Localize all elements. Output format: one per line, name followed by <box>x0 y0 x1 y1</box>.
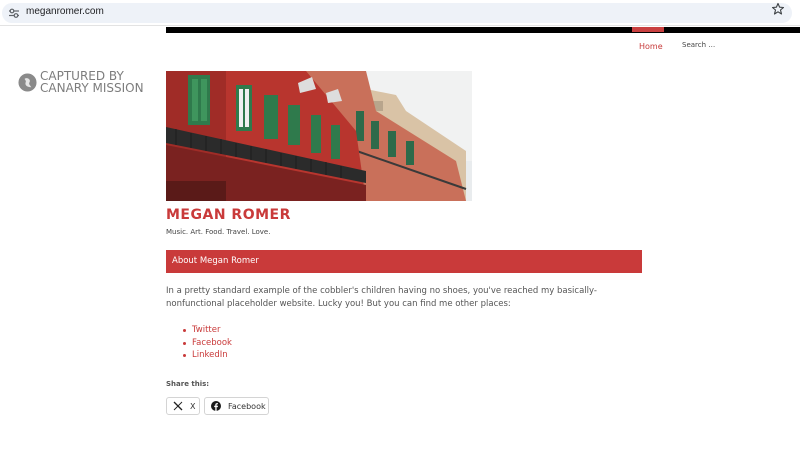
site-top-bar <box>166 27 800 33</box>
active-nav-indicator <box>632 27 664 32</box>
share-facebook-button[interactable]: Facebook <box>204 397 269 415</box>
list-item: Facebook <box>180 337 232 350</box>
star-icon[interactable] <box>771 2 785 16</box>
nav-home-link[interactable]: Home <box>639 42 663 51</box>
external-links-list: Twitter Facebook LinkedIn <box>180 324 232 362</box>
x-icon <box>173 401 183 411</box>
captured-badge-line2: CANARY MISSION <box>40 81 144 95</box>
tune-icon[interactable] <box>8 7 20 19</box>
browser-address-bar: meganromer.com <box>0 0 800 26</box>
page-heading: About Megan Romer <box>172 256 259 266</box>
search-input[interactable] <box>676 36 788 54</box>
url-field[interactable]: meganromer.com <box>2 3 792 23</box>
site-title[interactable]: MEGAN ROMER <box>166 207 291 223</box>
twitter-link[interactable]: Twitter <box>192 325 221 335</box>
captured-badge: CAPTURED BY CANARY MISSION <box>18 70 158 96</box>
share-x-button[interactable]: X <box>166 397 200 415</box>
facebook-link[interactable]: Facebook <box>192 338 232 348</box>
share-heading: Share this: <box>166 380 210 388</box>
share-facebook-label: Facebook <box>228 401 266 411</box>
page-heading-bar: About Megan Romer <box>166 250 642 273</box>
list-item: LinkedIn <box>180 349 232 362</box>
canary-mission-logo <box>18 73 37 92</box>
url-text[interactable]: meganromer.com <box>26 6 104 17</box>
header-image <box>166 71 472 201</box>
facebook-icon <box>211 401 221 411</box>
share-x-label: X <box>190 401 196 411</box>
captured-badge-text: CAPTURED BY CANARY MISSION <box>40 70 160 94</box>
site-tagline: Music. Art. Food. Travel. Love. <box>166 228 271 236</box>
intro-paragraph: In a pretty standard example of the cobb… <box>166 286 597 309</box>
list-item: Twitter <box>180 324 232 337</box>
linkedin-link[interactable]: LinkedIn <box>192 350 228 360</box>
